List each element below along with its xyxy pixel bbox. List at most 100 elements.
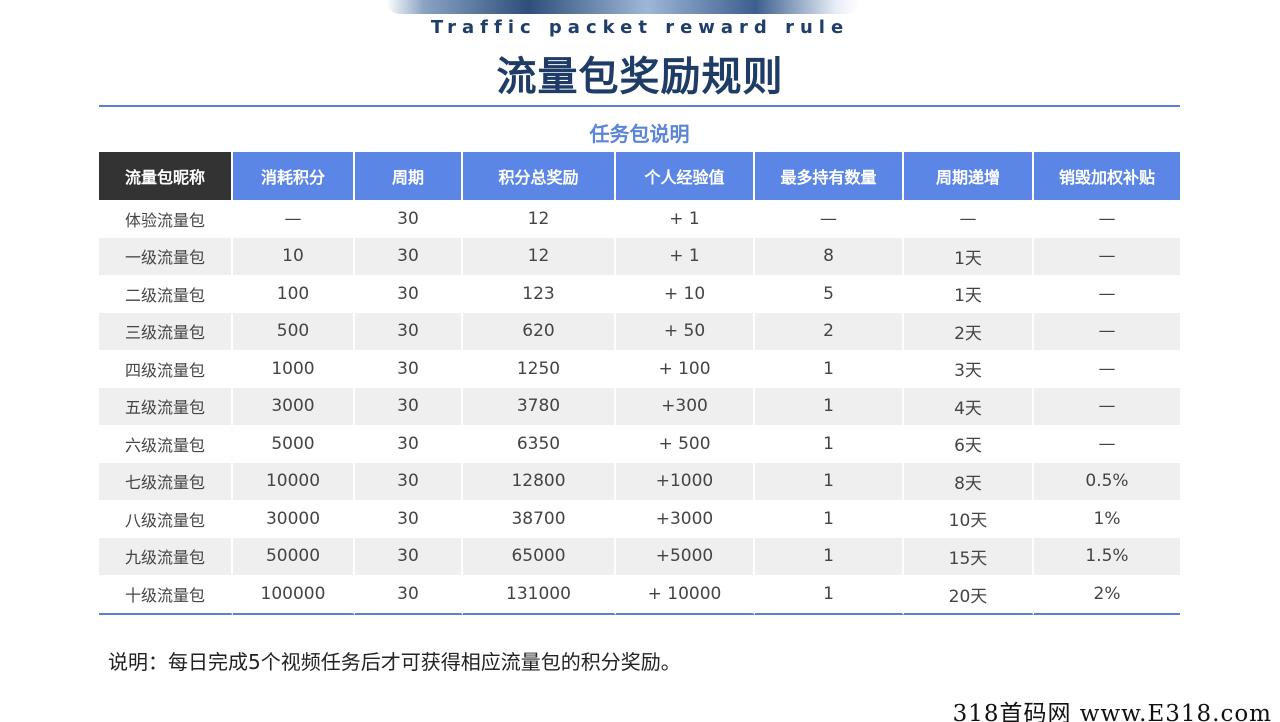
- table-cell: 10天: [904, 500, 1034, 538]
- table-cell: 三级流量包: [99, 312, 233, 350]
- column-header: 积分总奖励: [463, 152, 616, 200]
- table-cell: 8天: [904, 462, 1034, 500]
- page-title: 流量包奖励规则: [496, 54, 784, 100]
- table-cell: +3000: [616, 500, 755, 538]
- header-banner-image: [386, 0, 860, 14]
- table-cell: 七级流量包: [99, 462, 233, 500]
- table-row: 二级流量包 100 30 123 + 10 5 1天 —: [99, 275, 1180, 313]
- table-cell: 十级流量包: [99, 575, 233, 615]
- table-cell: 8: [755, 237, 904, 275]
- table-row: 六级流量包 5000 30 6350 + 500 1 6天 —: [99, 425, 1180, 463]
- table-cell: 1: [755, 575, 904, 615]
- table-cell: 一级流量包: [99, 237, 233, 275]
- table-cell: +5000: [616, 537, 755, 575]
- table-row: 五级流量包 3000 30 3780 +300 1 4天 —: [99, 387, 1180, 425]
- table-cell: 30: [355, 275, 463, 313]
- table-cell: 15天: [904, 537, 1034, 575]
- table-cell: 3780: [463, 387, 616, 425]
- table-cell: 八级流量包: [99, 500, 233, 538]
- table-cell: 12: [463, 200, 616, 238]
- table-cell: 1: [755, 425, 904, 463]
- table-cell: 65000: [463, 537, 616, 575]
- table-cell: 5: [755, 275, 904, 313]
- column-header: 最多持有数量: [755, 152, 904, 200]
- table-cell: 20天: [904, 575, 1034, 615]
- table-cell: 10: [233, 237, 355, 275]
- table-cell: —: [1098, 208, 1116, 229]
- table-cell: 30: [355, 387, 463, 425]
- table-cell: —: [755, 200, 904, 238]
- table-cell: 100000: [233, 575, 355, 615]
- table-cell: 1天: [904, 237, 1034, 275]
- table-cell: 0.5%: [1034, 462, 1180, 500]
- table-row: 体验流量包 — 30 12 + 1 — — —: [99, 200, 1180, 238]
- table-cell: 50000: [233, 537, 355, 575]
- table-cell: + 100: [616, 350, 755, 388]
- table-cell: 3天: [904, 350, 1034, 388]
- table-cell: 10000: [233, 462, 355, 500]
- table-row: 七级流量包 10000 30 12800 +1000 1 8天 0.5%: [99, 462, 1180, 500]
- table-row: 三级流量包 500 30 620 + 50 2 2天 —: [99, 312, 1180, 350]
- table-cell: 100: [233, 275, 355, 313]
- table-cell: 2%: [1034, 575, 1180, 615]
- table-cell: 12800: [463, 462, 616, 500]
- table-cell: 2: [755, 312, 904, 350]
- table-cell: + 500: [616, 425, 755, 463]
- table-cell: 六级流量包: [99, 425, 233, 463]
- table-cell: 131000: [463, 575, 616, 615]
- table-cell: +1000: [616, 462, 755, 500]
- table-cell: 体验流量包: [99, 200, 233, 238]
- table-cell: 1250: [463, 350, 616, 388]
- table-cell: 6350: [463, 425, 616, 463]
- footnote: 说明：每日完成5个视频任务后才可获得相应流量包的积分奖励。: [108, 650, 681, 674]
- table-cell: 1.5%: [1034, 537, 1180, 575]
- table-cell: 五级流量包: [99, 387, 233, 425]
- table-cell: 30: [355, 425, 463, 463]
- table-cell: 1: [755, 387, 904, 425]
- column-header: 个人经验值: [616, 152, 755, 200]
- column-header: 周期: [355, 152, 463, 200]
- table-row: 八级流量包 30000 30 38700 +3000 1 10天 1%: [99, 500, 1180, 538]
- table-cell: 500: [233, 312, 355, 350]
- table-cell: 3000: [233, 387, 355, 425]
- table-cell: 30: [355, 237, 463, 275]
- table-cell: 1000: [233, 350, 355, 388]
- table-cell: —: [1098, 433, 1116, 454]
- table-cell: 1: [755, 462, 904, 500]
- table-cell: 30: [355, 200, 463, 238]
- table-cell: —: [1034, 387, 1180, 425]
- section-title: 任务包说明: [589, 122, 690, 146]
- table-cell: —: [1098, 358, 1116, 379]
- column-header: 消耗积分: [233, 152, 355, 200]
- table-row: 一级流量包 10 30 12 + 1 8 1天 —: [99, 237, 1180, 275]
- table-cell: 5000: [233, 425, 355, 463]
- table-cell: 1天: [904, 275, 1034, 313]
- table-cell: 4天: [904, 387, 1034, 425]
- table-cell: +300: [616, 387, 755, 425]
- table-cell: + 50: [616, 312, 755, 350]
- page-subtitle: Traffic packet reward rule: [430, 17, 850, 38]
- table-cell: 30: [355, 350, 463, 388]
- table-cell: 30: [355, 537, 463, 575]
- table-cell: 30: [355, 462, 463, 500]
- watermark: 318首码网 www.E318.com: [952, 701, 1272, 722]
- table-row: 九级流量包 50000 30 65000 +5000 1 15天 1.5%: [99, 537, 1180, 575]
- table-row: 四级流量包 1000 30 1250 + 100 1 3天 —: [99, 350, 1180, 388]
- table-cell: —: [1034, 312, 1180, 350]
- table-cell: 1: [755, 500, 904, 538]
- table-cell: 12: [463, 237, 616, 275]
- table-cell: —: [1098, 283, 1116, 304]
- table-cell: + 1: [616, 200, 755, 238]
- column-header: 流量包昵称: [99, 152, 233, 200]
- table-cell: 620: [463, 312, 616, 350]
- table-cell: 6天: [904, 425, 1034, 463]
- table-cell: 30: [355, 312, 463, 350]
- table-row: 十级流量包 100000 30 131000 + 10000 1 20天 2%: [99, 575, 1180, 615]
- table-cell: 1: [755, 350, 904, 388]
- reward-rules-table: 流量包昵称 消耗积分 周期 积分总奖励 个人经验值 最多持有数量 周期递增 销毁…: [99, 152, 1180, 615]
- column-header: 销毁加权补贴: [1034, 152, 1180, 200]
- table-cell: 38700: [463, 500, 616, 538]
- table-cell: —: [1034, 237, 1180, 275]
- table-cell: —: [233, 200, 355, 238]
- table-cell: 九级流量包: [99, 537, 233, 575]
